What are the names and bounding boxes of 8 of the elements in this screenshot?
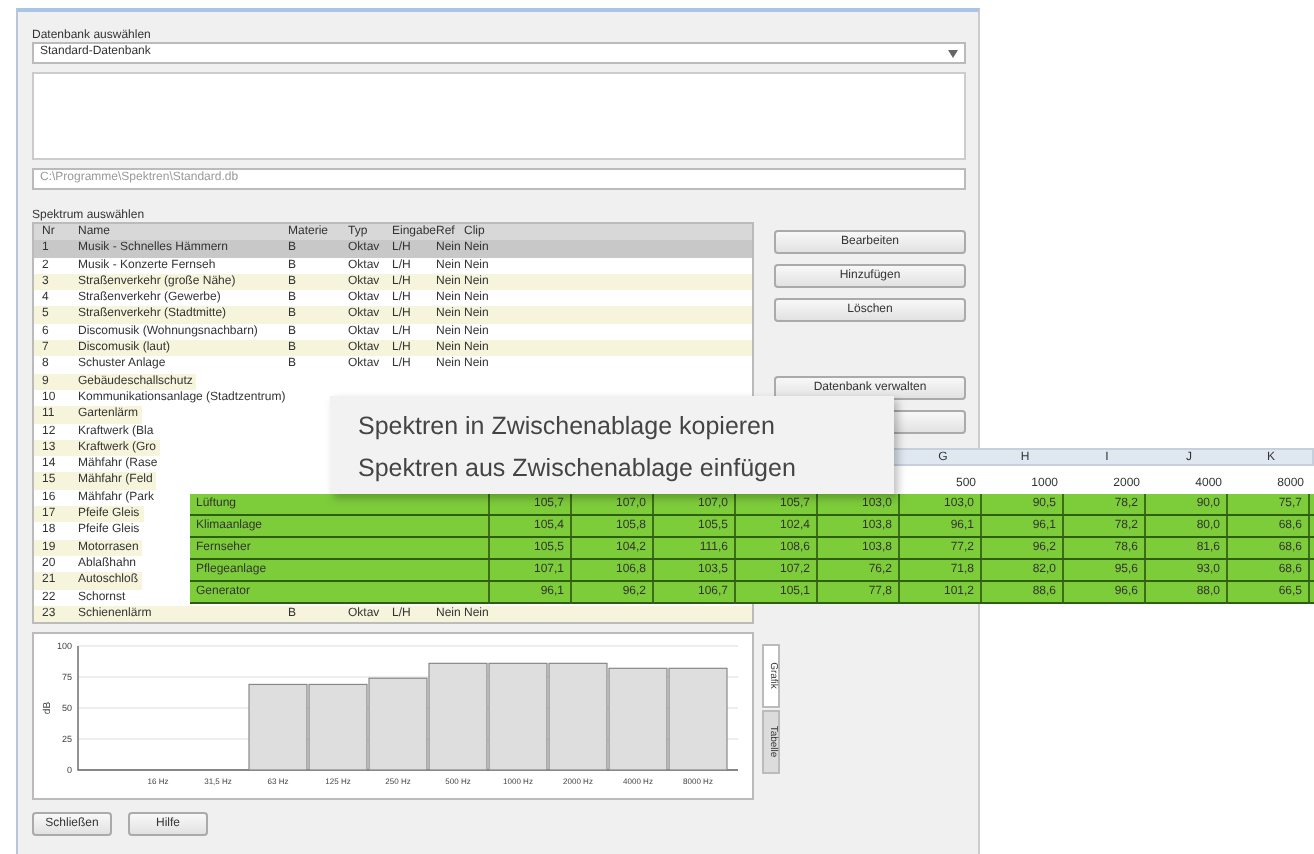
- description-box[interactable]: [32, 72, 966, 160]
- bar: [548, 662, 608, 771]
- menu-item[interactable]: Spektren in Zwischenablage kopieren: [358, 406, 894, 448]
- caret-icon: [948, 50, 958, 58]
- bar: [488, 662, 548, 771]
- bar: [608, 667, 668, 771]
- bar: [308, 683, 368, 771]
- menu-item[interactable]: Spektren aus Zwischenablage einfügen: [358, 448, 894, 490]
